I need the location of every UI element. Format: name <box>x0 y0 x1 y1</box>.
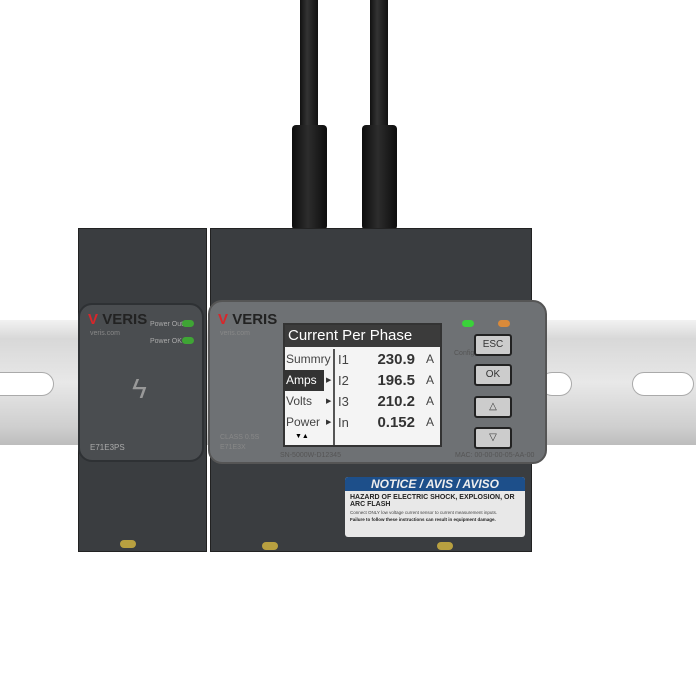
power-supply-front-panel: V VERIS veris.com Power Out Power OK ϟ E… <box>78 303 204 462</box>
class-label: CLASS 0.5S <box>220 434 260 441</box>
config-label: Config <box>454 350 475 357</box>
website: veris.com <box>90 330 120 337</box>
menu-item-amps[interactable]: Amps ▶ <box>285 370 331 391</box>
arrow-right-icon: ▶ <box>326 377 332 384</box>
alarm-led <box>498 320 510 327</box>
terminal-screw <box>437 542 453 550</box>
arrow-right-icon: ▶ <box>326 419 332 426</box>
notice-line: Connect ONLY low voltage current sensor … <box>350 510 498 515</box>
rail-slot <box>632 372 694 396</box>
rj45-plug <box>362 125 397 230</box>
power-ok-led <box>182 337 194 344</box>
ethernet-cable <box>300 0 318 140</box>
notice-line: Failure to follow these instructions can… <box>350 517 496 522</box>
value-row: I1 230.9 A <box>338 351 434 368</box>
screen-menu: Summry Amps ▶ Volts ▶ Power ▶ ▼▲ <box>285 349 331 440</box>
value-row: I2 196.5 A <box>338 372 434 389</box>
veris-logo: V VERIS <box>88 311 148 328</box>
lcd-screen: Current Per Phase Summry Amps ▶ Volts ▶ Po… <box>283 323 442 447</box>
values-table: I1 230.9 A I2 196.5 A I3 210.2 A In 0.152 A <box>333 349 440 445</box>
power-out-label: Power Out <box>150 321 184 328</box>
serial-number: SN-5000W-D12345 <box>280 452 341 459</box>
scroll-arrows-icon: ▼▲ <box>295 433 309 440</box>
menu-item-summary[interactable]: Summry <box>285 349 331 370</box>
menu-item-volts[interactable]: Volts ▶ <box>285 391 331 412</box>
arrow-right-icon: ▶ <box>326 398 332 405</box>
esc-button[interactable]: ESC <box>474 334 512 356</box>
website: veris.com <box>220 330 250 337</box>
rj45-plug <box>292 125 327 230</box>
model-label: E71E3PS <box>90 443 125 452</box>
hazard-text: HAZARD OF ELECTRIC SHOCK, EXPLOSION, OR … <box>350 494 515 508</box>
menu-item-power[interactable]: Power ▶ <box>285 412 331 433</box>
up-button[interactable]: △ <box>474 396 512 418</box>
value-row: I3 210.2 A <box>338 393 434 410</box>
down-button[interactable]: ▽ <box>474 427 512 449</box>
power-out-led <box>182 320 194 327</box>
notice-label: NOTICE / AVIS / AVISO HAZARD OF ELECTRIC… <box>345 477 525 537</box>
terminal-screw <box>262 542 278 550</box>
screen-title: Current Per Phase <box>285 325 440 347</box>
model-label: E71E3X <box>220 444 246 451</box>
mac-address: MAC: 00-00-00-05-AA-00 <box>455 452 535 459</box>
veris-logo: V VERIS <box>218 311 278 328</box>
status-led <box>462 320 474 327</box>
notice-header: NOTICE / AVIS / AVISO <box>345 477 525 491</box>
terminal-screw <box>120 540 136 548</box>
rail-slot <box>0 372 54 396</box>
lightning-bolt-icon: ϟ <box>132 373 147 404</box>
ok-button[interactable]: OK <box>474 364 512 386</box>
ethernet-cable <box>370 0 388 140</box>
power-ok-label: Power OK <box>150 338 182 345</box>
value-row: In 0.152 A <box>338 414 434 431</box>
